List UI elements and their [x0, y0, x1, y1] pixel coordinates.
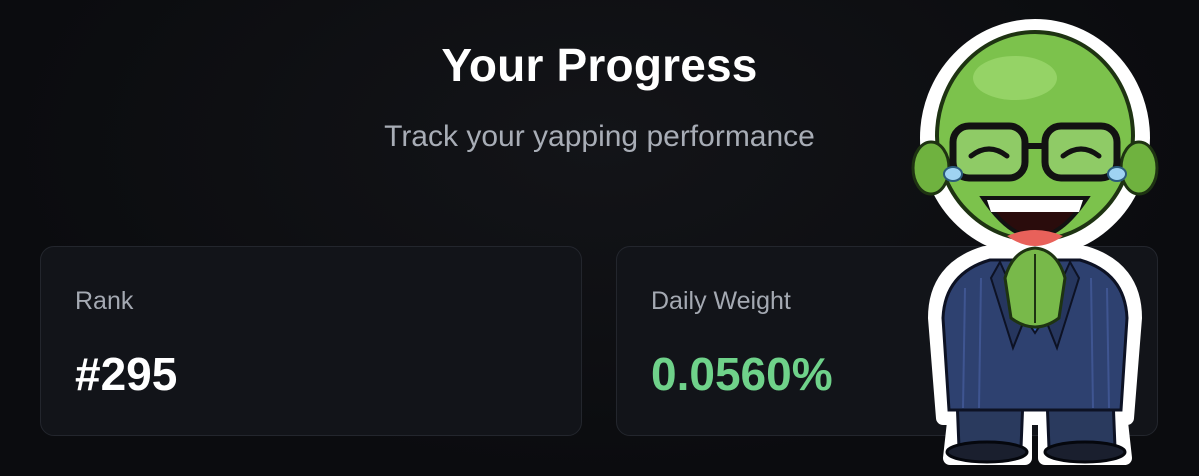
mascot-sticker-icon — [911, 19, 1159, 465]
rank-value: #295 — [75, 348, 178, 400]
daily-weight-value: 0.0560% — [651, 348, 833, 400]
rank-label: Rank — [75, 287, 134, 315]
progress-panel: Your Progress Track your yapping perform… — [0, 0, 1199, 476]
rank-card: Rank #295 — [40, 246, 582, 436]
daily-weight-label: Daily Weight — [651, 287, 791, 315]
